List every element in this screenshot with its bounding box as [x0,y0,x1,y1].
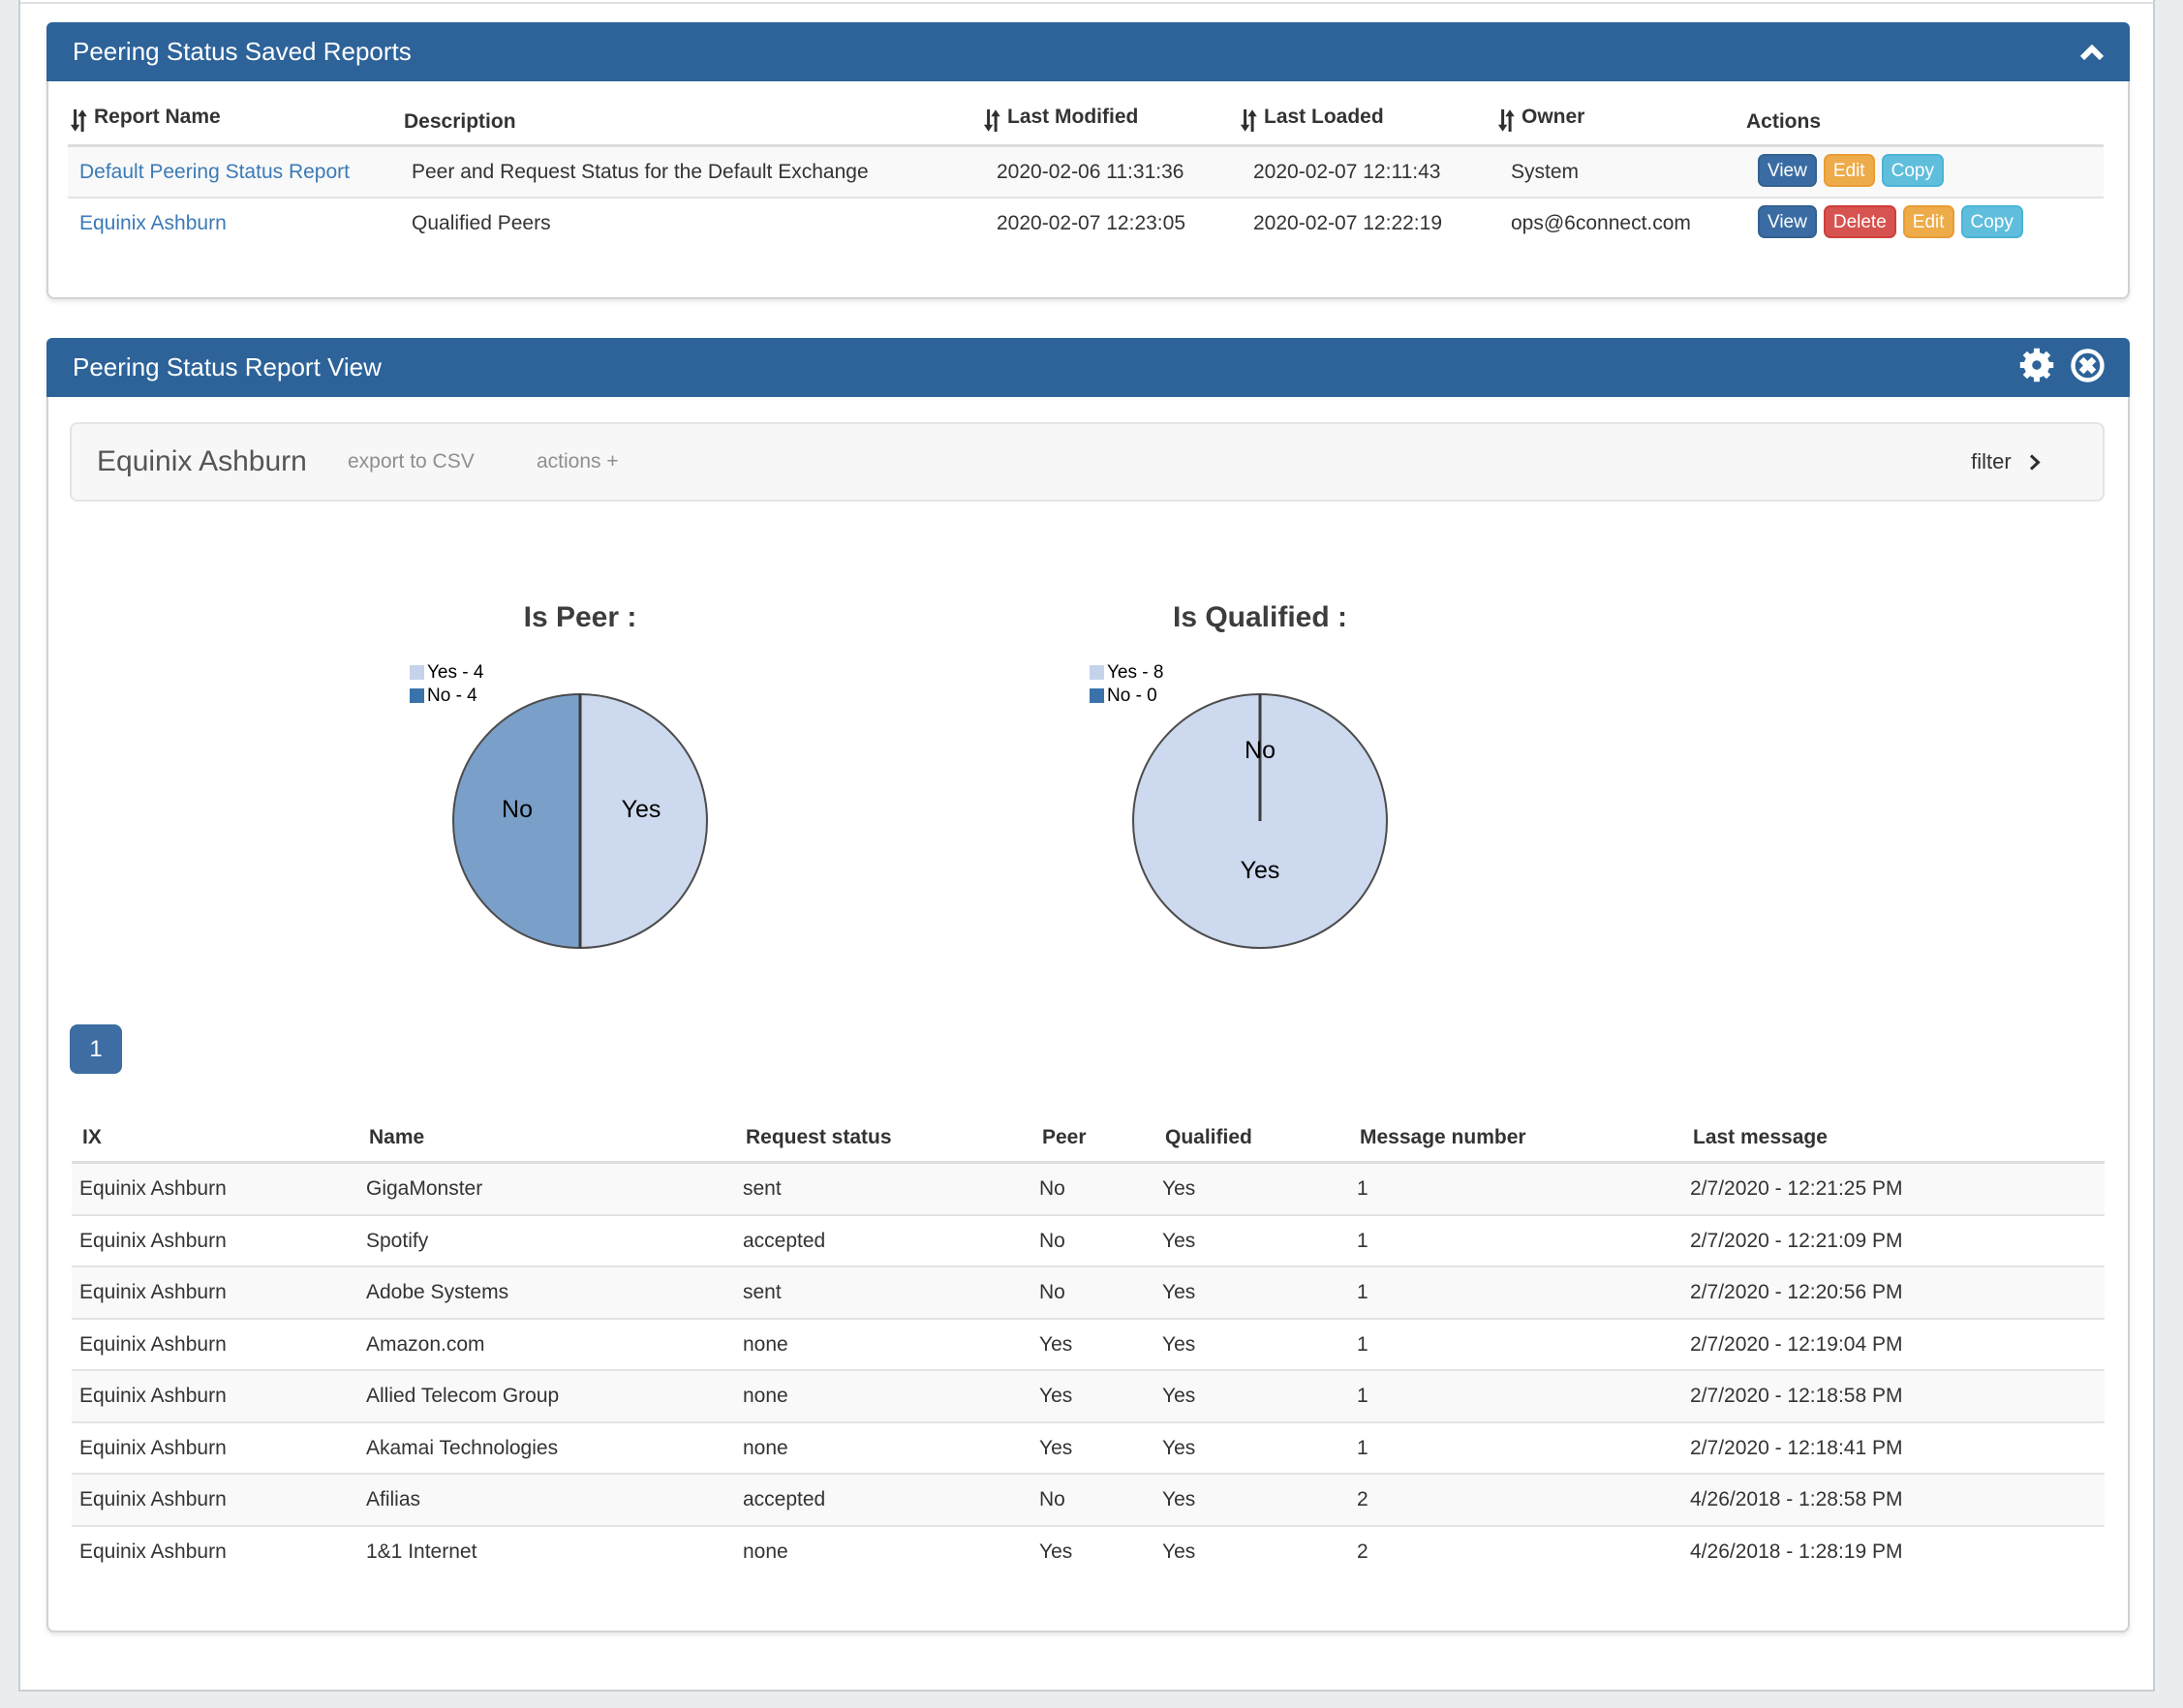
svg-text:Yes: Yes [1241,857,1280,884]
svg-text:No: No [502,796,533,823]
svg-text:Yes: Yes [622,796,661,823]
svg-text:No: No [1245,737,1276,764]
